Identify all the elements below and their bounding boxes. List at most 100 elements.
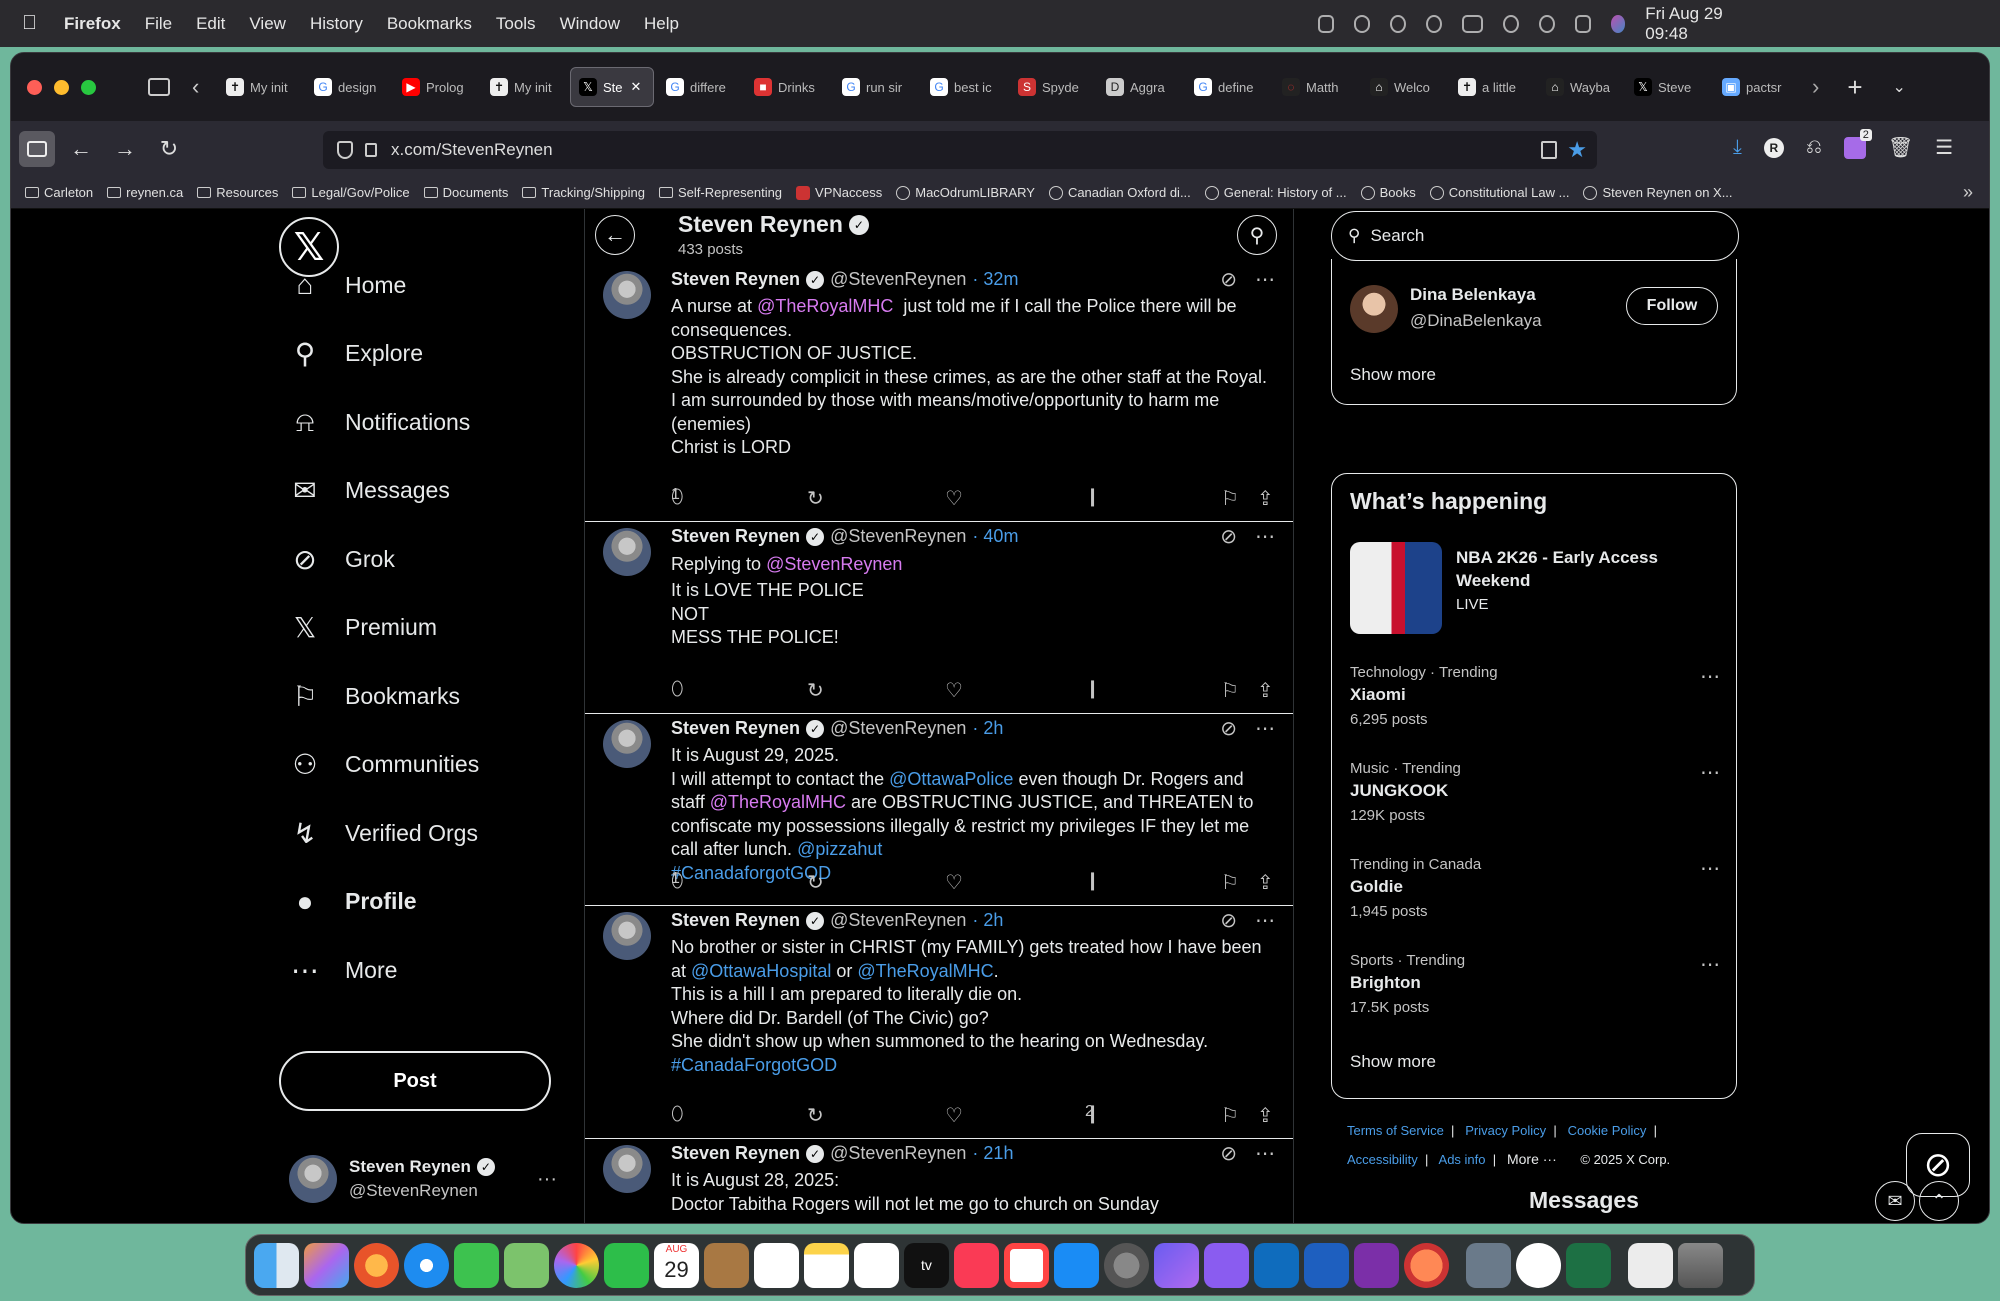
facetime-icon[interactable]: [604, 1242, 649, 1288]
status-extension-icon[interactable]: [1389, 14, 1406, 33]
nav-item-communities[interactable]: ⚇ Communities: [289, 749, 479, 781]
apple-icon[interactable]: : [22, 12, 42, 35]
bookmark-item[interactable]: Steven Reynen on X...: [1583, 185, 1733, 200]
trash-icon[interactable]: 🗑: [1888, 135, 1913, 160]
reload-icon[interactable]: ↻: [151, 131, 187, 167]
documents-stack-icon[interactable]: [1628, 1242, 1673, 1288]
hashtag-link[interactable]: #CanadaForgotGOD: [671, 1055, 837, 1075]
nav-item-bookmarks[interactable]: ⚐ Bookmarks: [289, 680, 460, 712]
tab-item[interactable]: Gdefine: [1186, 67, 1270, 107]
nav-item-verified-orgs[interactable]: ↯ Verified Orgs: [289, 817, 478, 849]
tweet-author[interactable]: Steven Reynen: [671, 269, 800, 290]
scroll-tabs-left-icon[interactable]: ‹: [192, 74, 214, 100]
mention-link[interactable]: @OttawaHospital: [691, 961, 831, 981]
freeform-icon[interactable]: [854, 1242, 899, 1288]
tab-item[interactable]: 𝕏 Ste ✕: [570, 67, 654, 107]
tweet-time[interactable]: · 21h: [972, 1143, 1013, 1164]
tab-item[interactable]: ▣ pactsr: [1714, 67, 1798, 107]
nav-item-home[interactable]: ⌂ Home: [289, 269, 407, 301]
tweet-handle[interactable]: @StevenReynen: [830, 269, 966, 290]
tab-manager-icon[interactable]: [148, 78, 170, 96]
proton-mail-icon[interactable]: [1204, 1242, 1249, 1288]
mention-link[interactable]: @TheRoyalMHC: [757, 296, 893, 316]
close-window-button[interactable]: [27, 79, 42, 95]
nav-item-notifications[interactable]: ⍾ Notifications: [289, 406, 471, 438]
mention-link[interactable]: @pizzahut: [797, 839, 882, 859]
mention-link[interactable]: @TheRoyalMHC: [710, 792, 846, 812]
word-icon[interactable]: [1304, 1242, 1349, 1288]
zoom-window-button[interactable]: [81, 79, 96, 95]
mention-link[interactable]: @StevenReynen: [766, 554, 902, 574]
menu-tools[interactable]: Tools: [496, 14, 536, 34]
tab-item[interactable]: Grun sir: [834, 67, 918, 107]
tweet[interactable]: Steven Reynen ✓ @StevenReynen · 40m ⊘ ⋯ Reply…: [585, 522, 1293, 714]
bookmark-item[interactable]: Legal/Gov/Police: [292, 185, 410, 200]
onenote-icon[interactable]: [1354, 1242, 1399, 1288]
calendar-icon[interactable]: AUG 29: [654, 1242, 699, 1288]
menu-app[interactable]: Firefox: [64, 14, 121, 34]
tweet-author[interactable]: Steven Reynen: [671, 1143, 800, 1164]
nav-item-premium[interactable]: 𝕏 Premium: [289, 612, 437, 644]
back-icon[interactable]: ←: [63, 131, 99, 167]
tweet-handle[interactable]: @StevenReynen: [830, 718, 966, 739]
bookmark-item[interactable]: Canadian Oxford di...: [1048, 185, 1191, 200]
tweet[interactable]: Steven Reynen ✓ @StevenReynen · 21h ⊘ ⋯ It is…: [585, 1139, 1293, 1223]
grok-icon[interactable]: ⊘: [1220, 716, 1237, 741]
grok-icon[interactable]: ⊘: [1220, 524, 1237, 549]
nav-item-explore[interactable]: ⚲ Explore: [289, 338, 423, 370]
account-switcher[interactable]: Steven Reynen ✓ @StevenReynen ···: [289, 1149, 569, 1209]
finder-icon[interactable]: [254, 1242, 299, 1288]
tweet-time[interactable]: · 2h: [972, 718, 1003, 739]
bookmark-item[interactable]: reynen.ca: [107, 185, 183, 200]
url-bar[interactable]: x.com/StevenReynen ★: [323, 131, 1597, 169]
reader-view-icon[interactable]: [1541, 141, 1557, 159]
tab-item[interactable]: ⌂ Welco: [1362, 67, 1446, 107]
privacy-link[interactable]: Privacy Policy: [1465, 1123, 1546, 1138]
scroll-tabs-right-icon[interactable]: ›: [1812, 74, 1819, 100]
notes-icon[interactable]: [804, 1242, 849, 1288]
bookmark-item[interactable]: MacOdrumLIBRARY: [896, 185, 1035, 200]
account-more-icon[interactable]: ···: [537, 1168, 557, 1191]
trend-item[interactable]: Music · Trending JUNGKOOK 129K posts ⋯: [1350, 760, 1720, 824]
post-button[interactable]: Post: [279, 1051, 551, 1111]
new-message-icon[interactable]: ✉: [1875, 1181, 1915, 1221]
account-icon[interactable]: R: [1763, 137, 1784, 158]
tab-item[interactable]: Gdesign: [306, 67, 390, 107]
outlook-icon[interactable]: [1254, 1242, 1299, 1288]
nav-item-profile[interactable]: ● Profile: [289, 886, 417, 918]
terms-link[interactable]: Terms of Service: [1347, 1123, 1444, 1138]
tracking-protection-icon[interactable]: [337, 141, 353, 159]
featured-title[interactable]: NBA 2K26 - Early Access Weekend: [1456, 546, 1716, 592]
app-store-icon[interactable]: [1054, 1242, 1099, 1288]
menu-edit[interactable]: Edit: [196, 14, 225, 34]
contacts-icon[interactable]: [704, 1242, 749, 1288]
lock-icon[interactable]: [365, 143, 377, 157]
menu-window[interactable]: Window: [560, 14, 620, 34]
close-tab-icon[interactable]: ✕: [631, 79, 642, 95]
tab-item[interactable]: ■ Drinks: [746, 67, 830, 107]
maps-icon[interactable]: [504, 1242, 549, 1288]
screensaver-app-icon[interactable]: [1404, 1242, 1449, 1288]
avatar[interactable]: [1350, 285, 1398, 333]
tweet-time[interactable]: · 2h: [972, 910, 1003, 931]
bookmark-item[interactable]: Books: [1360, 185, 1416, 200]
avatar[interactable]: [603, 271, 651, 319]
tweet-more-icon[interactable]: ⋯: [1255, 716, 1275, 741]
tab-item[interactable]: ✝ My init: [218, 67, 302, 107]
trend-more-icon[interactable]: ⋯: [1700, 664, 1720, 689]
tweet[interactable]: Steven Reynen ✓ @StevenReynen · 32m ⊘ ⋯ A nur…: [585, 265, 1293, 522]
clock-icon[interactable]: [1516, 1242, 1561, 1288]
tweet-author[interactable]: Steven Reynen: [671, 910, 800, 931]
list-all-tabs-icon[interactable]: ⌄: [1893, 77, 1906, 97]
wifi-icon[interactable]: [1502, 14, 1519, 33]
tweet-more-icon[interactable]: ⋯: [1255, 908, 1275, 933]
bookmark-star-icon[interactable]: ★: [1567, 137, 1587, 163]
messages-drawer[interactable]: Messages ✉ ⌃: [1329, 1163, 1969, 1223]
tab-item[interactable]: ◌ Matth: [1274, 67, 1358, 107]
news-icon[interactable]: [1004, 1242, 1049, 1288]
downloads-icon[interactable]: ⤓: [1733, 136, 1742, 159]
excel-icon[interactable]: [1566, 1242, 1611, 1288]
system-settings-icon[interactable]: [1104, 1242, 1149, 1288]
menu-help[interactable]: Help: [644, 14, 679, 34]
nav-item-more[interactable]: ⋯ More: [289, 954, 397, 986]
